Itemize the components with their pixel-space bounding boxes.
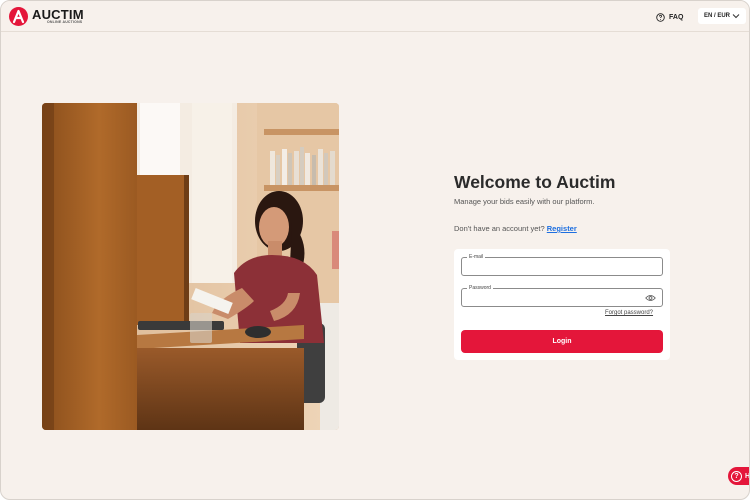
app-window: AUCTIM ONLINE AUCTIONS FAQ EN / EUR Welc… <box>0 0 750 500</box>
faq-label: FAQ <box>669 13 684 21</box>
language-selector[interactable]: EN / EUR <box>698 8 746 24</box>
help-question-icon: ? <box>731 470 742 482</box>
login-button[interactable]: Login <box>461 330 663 353</box>
email-field[interactable]: E-mail <box>461 253 663 276</box>
brand-tagline: ONLINE AUCTIONS <box>47 20 83 24</box>
top-header: AUCTIM ONLINE AUCTIONS FAQ EN / EUR <box>1 1 749 32</box>
faq-link[interactable]: FAQ <box>656 11 683 23</box>
help-label: He <box>745 472 750 480</box>
auctim-logo-icon <box>9 7 28 26</box>
password-field[interactable]: Password <box>461 284 663 307</box>
chevron-down-icon <box>732 14 740 19</box>
register-link[interactable]: Register <box>547 224 577 233</box>
email-input[interactable] <box>467 261 637 273</box>
password-input[interactable] <box>467 292 637 304</box>
password-label: Password <box>467 284 493 292</box>
forgot-password-link[interactable]: Forgot password? <box>605 310 653 316</box>
language-value: EN / EUR <box>704 13 731 19</box>
eye-icon[interactable] <box>645 294 656 302</box>
no-account-text: Don't have an account yet? <box>454 224 545 233</box>
page-subtitle: Manage your bids easily with our platfor… <box>454 197 595 206</box>
login-form: E-mail Password Forgot password? Login <box>454 249 670 360</box>
email-label: E-mail <box>467 253 486 261</box>
help-button[interactable]: ? He <box>728 467 750 485</box>
hero-photo <box>42 103 339 430</box>
page-title: Welcome to Auctim <box>454 172 616 192</box>
register-prompt: Don't have an account yet? Register <box>454 224 577 233</box>
question-circle-icon <box>656 12 665 22</box>
